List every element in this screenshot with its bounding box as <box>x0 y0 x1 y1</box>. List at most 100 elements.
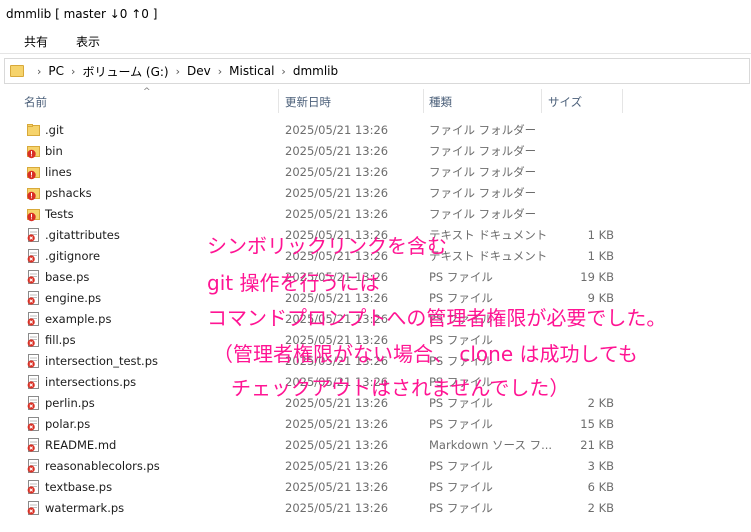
file-modified-icon <box>27 375 40 390</box>
file-name: README.md <box>45 438 117 452</box>
file-name: intersections.ps <box>45 375 137 389</box>
file-date: 2025/05/21 13:26 <box>285 459 389 473</box>
column-header: ^ 名前 更新日時 種類 サイズ <box>0 87 751 113</box>
folder-conflict-icon <box>27 186 40 201</box>
file-row[interactable]: example.ps 2025/05/21 13:26 PS ファイル <box>0 309 751 330</box>
file-modified-icon <box>27 480 40 495</box>
file-size: 9 KB <box>587 291 614 305</box>
file-modified-icon <box>27 312 40 327</box>
file-modified-icon <box>27 438 40 453</box>
file-name: engine.ps <box>45 291 102 305</box>
file-type: Markdown ソース フ... <box>429 438 553 452</box>
file-row[interactable]: watermark.ps 2025/05/21 13:26 PS ファイル 2 KB <box>0 498 751 519</box>
file-name: Tests <box>45 207 74 221</box>
file-row[interactable]: intersections.ps 2025/05/21 13:26 PS ファイル <box>0 372 751 393</box>
file-size: 3 KB <box>587 459 614 473</box>
column-name[interactable]: 名前 <box>24 94 47 110</box>
file-date: 2025/05/21 13:26 <box>285 186 389 200</box>
file-row[interactable]: README.md 2025/05/21 13:26 Markdown ソース フ.… <box>0 435 751 456</box>
tab-share[interactable]: 共有 <box>24 33 48 50</box>
address-bar[interactable]: › PC › ボリューム (G:) › Dev › Mistical › dmm… <box>4 58 750 84</box>
file-name: .git <box>45 123 64 137</box>
file-date: 2025/05/21 13:26 <box>285 501 389 515</box>
chevron-right-icon: › <box>281 64 286 78</box>
file-modified-icon <box>27 333 40 348</box>
breadcrumb-pc[interactable]: PC <box>48 64 64 78</box>
file-type: ファイル フォルダー <box>429 207 537 221</box>
file-name: .gitignore <box>45 249 101 263</box>
breadcrumb-dev[interactable]: Dev <box>187 64 211 78</box>
file-row[interactable]: textbase.ps 2025/05/21 13:26 PS ファイル 6 KB <box>0 477 751 498</box>
breadcrumb-volume[interactable]: ボリューム (G:) <box>82 63 168 80</box>
sort-ascending-icon: ^ <box>143 87 151 97</box>
file-size: 1 KB <box>587 249 614 263</box>
file-type: PS ファイル <box>429 312 493 326</box>
file-modified-icon <box>27 249 40 264</box>
column-type[interactable]: 種類 <box>429 94 452 110</box>
file-row[interactable]: intersection_test.ps 2025/05/21 13:26 PS フ… <box>0 351 751 372</box>
file-row[interactable]: engine.ps 2025/05/21 13:26 PS ファイル 9 KB <box>0 288 751 309</box>
file-size: 19 KB <box>580 270 614 284</box>
file-date: 2025/05/21 13:26 <box>285 354 389 368</box>
column-divider[interactable] <box>622 89 623 113</box>
column-divider[interactable] <box>541 89 542 113</box>
column-date[interactable]: 更新日時 <box>285 94 331 110</box>
file-type: ファイル フォルダー <box>429 186 537 200</box>
file-type: テキスト ドキュメント <box>429 249 548 263</box>
file-date: 2025/05/21 13:26 <box>285 333 389 347</box>
file-name: example.ps <box>45 312 112 326</box>
file-modified-icon <box>27 396 40 411</box>
file-row[interactable]: perlin.ps 2025/05/21 13:26 PS ファイル 2 KB <box>0 393 751 414</box>
folder-icon <box>10 65 24 77</box>
file-row[interactable]: bin 2025/05/21 13:26 ファイル フォルダー <box>0 141 751 162</box>
file-type: PS ファイル <box>429 291 493 305</box>
column-size[interactable]: サイズ <box>548 94 582 110</box>
file-size: 2 KB <box>587 501 614 515</box>
folder-conflict-icon <box>27 207 40 222</box>
file-row[interactable]: pshacks 2025/05/21 13:26 ファイル フォルダー <box>0 183 751 204</box>
file-size: 6 KB <box>587 480 614 494</box>
file-name: perlin.ps <box>45 396 95 410</box>
file-row[interactable]: fill.ps 2025/05/21 13:26 PS ファイル <box>0 330 751 351</box>
file-type: PS ファイル <box>429 417 493 431</box>
file-name: intersection_test.ps <box>45 354 158 368</box>
file-type: PS ファイル <box>429 375 493 389</box>
chevron-right-icon: › <box>37 64 42 78</box>
file-name: .gitattributes <box>45 228 120 242</box>
file-name: bin <box>45 144 63 158</box>
file-type: PS ファイル <box>429 333 493 347</box>
column-divider[interactable] <box>423 89 424 113</box>
file-date: 2025/05/21 13:26 <box>285 375 389 389</box>
file-modified-icon <box>27 228 40 243</box>
file-size: 2 KB <box>587 396 614 410</box>
breadcrumb-mistical[interactable]: Mistical <box>229 64 274 78</box>
breadcrumb-dmmlib[interactable]: dmmlib <box>293 64 338 78</box>
file-row[interactable]: Tests 2025/05/21 13:26 ファイル フォルダー <box>0 204 751 225</box>
file-type: ファイル フォルダー <box>429 165 537 179</box>
file-row[interactable]: base.ps 2025/05/21 13:26 PS ファイル 19 KB <box>0 267 751 288</box>
window-title: dmmlib [ master ↓0 ↑0 ] <box>6 7 158 21</box>
file-date: 2025/05/21 13:26 <box>285 396 389 410</box>
file-date: 2025/05/21 13:26 <box>285 123 389 137</box>
tab-view[interactable]: 表示 <box>76 33 100 50</box>
file-name: base.ps <box>45 270 90 284</box>
file-modified-icon <box>27 291 40 306</box>
file-row[interactable]: polar.ps 2025/05/21 13:26 PS ファイル 15 KB <box>0 414 751 435</box>
file-row[interactable]: reasonablecolors.ps 2025/05/21 13:26 PS ファ… <box>0 456 751 477</box>
file-type: PS ファイル <box>429 270 493 284</box>
file-type: ファイル フォルダー <box>429 123 537 137</box>
ribbon: 共有 表示 <box>0 28 751 54</box>
file-name: watermark.ps <box>45 501 125 515</box>
column-divider[interactable] <box>278 89 279 113</box>
file-name: textbase.ps <box>45 480 113 494</box>
file-size: 15 KB <box>580 417 614 431</box>
file-date: 2025/05/21 13:26 <box>285 228 389 242</box>
file-type: PS ファイル <box>429 396 493 410</box>
file-row[interactable]: .gitignore 2025/05/21 13:26 テキスト ドキュメント 1 K… <box>0 246 751 267</box>
file-row[interactable]: .gitattributes 2025/05/21 13:26 テキスト ドキュメン… <box>0 225 751 246</box>
chevron-right-icon: › <box>175 64 181 78</box>
file-row[interactable]: lines 2025/05/21 13:26 ファイル フォルダー <box>0 162 751 183</box>
file-size: 1 KB <box>587 228 614 242</box>
file-row[interactable]: .git 2025/05/21 13:26 ファイル フォルダー <box>0 120 751 141</box>
file-date: 2025/05/21 13:26 <box>285 417 389 431</box>
